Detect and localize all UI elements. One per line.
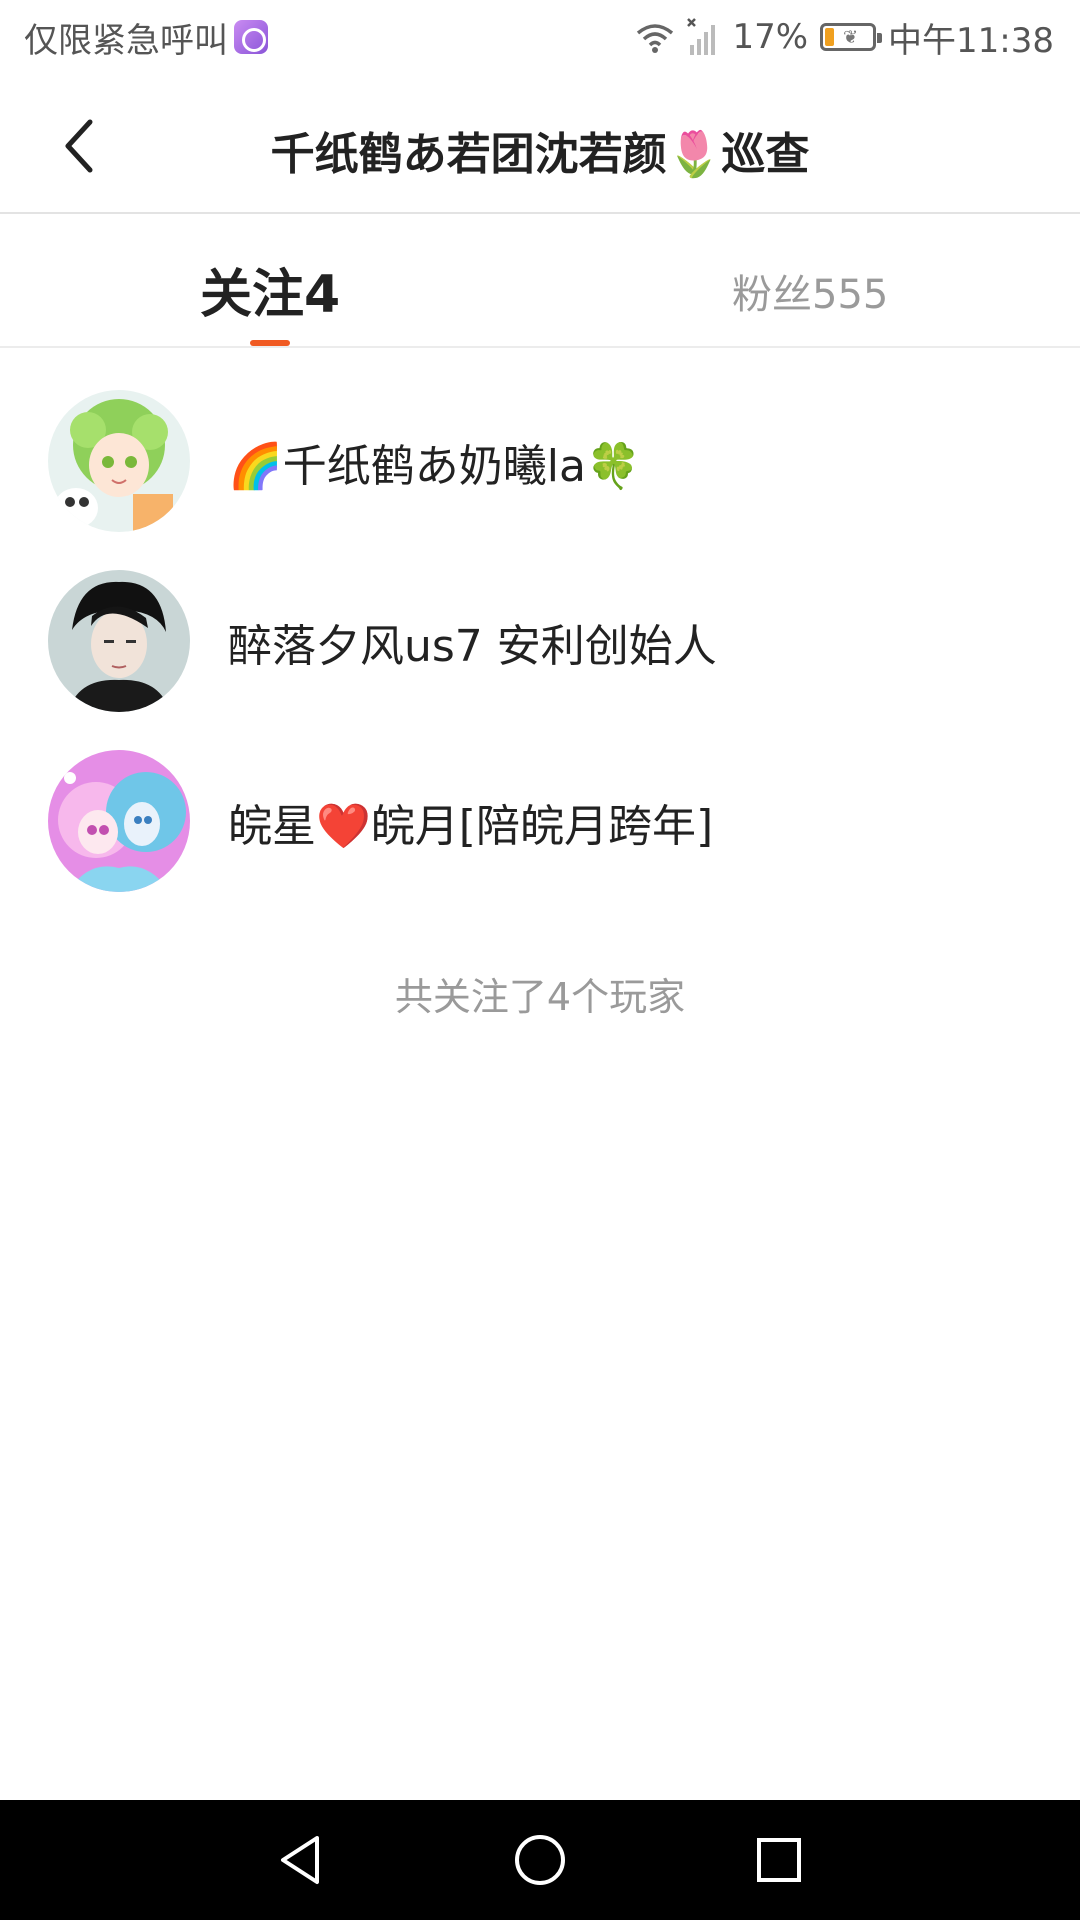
nav-back-button[interactable] bbox=[265, 1824, 337, 1896]
battery-percent: 17% bbox=[732, 17, 809, 57]
back-triangle-icon bbox=[281, 1836, 319, 1884]
user-name: 🌈千纸鹤あ奶曦la🍀 bbox=[228, 441, 641, 492]
avatar[interactable] bbox=[48, 570, 190, 712]
avatar[interactable] bbox=[48, 750, 190, 892]
app-badge-icon bbox=[234, 20, 268, 54]
signal-icon bbox=[687, 18, 716, 55]
status-left: 仅限紧急呼叫 bbox=[24, 12, 268, 62]
list-item[interactable]: 皖星❤️皖月[陪皖月跨年] bbox=[0, 730, 1080, 910]
clock: 中午11:38 bbox=[888, 20, 1054, 61]
user-name: 皖星❤️皖月[陪皖月跨年] bbox=[228, 801, 714, 852]
battery-fill bbox=[825, 28, 834, 46]
nav-recents-button[interactable] bbox=[743, 1824, 815, 1896]
list-item[interactable]: 🌈千纸鹤あ奶曦la🍀 bbox=[0, 370, 1080, 550]
avatar[interactable] bbox=[48, 390, 190, 532]
nav-home-button[interactable] bbox=[504, 1824, 576, 1896]
list-item[interactable]: 醉落夕风us7 安利创始人 bbox=[0, 550, 1080, 730]
home-circle-icon bbox=[515, 1835, 565, 1885]
status-bar: 仅限紧急呼叫 17% ❦ 中午11:38 bbox=[0, 0, 1080, 76]
battery-icon: ❦ bbox=[820, 23, 883, 51]
system-nav-bar bbox=[0, 1800, 1080, 1920]
recents-square-icon bbox=[757, 1838, 801, 1882]
header: 千纸鹤あ若团沈若颜🌷巡查 bbox=[0, 76, 1080, 214]
tab-fans[interactable]: 粉丝555 bbox=[732, 262, 888, 352]
wifi-icon bbox=[637, 24, 674, 53]
following-count-note: 共关注了4个玩家 bbox=[394, 975, 686, 1019]
back-button[interactable] bbox=[40, 106, 120, 186]
active-tab-indicator bbox=[250, 340, 290, 346]
carrier-text: 仅限紧急呼叫 bbox=[24, 20, 228, 61]
tab-bar: 关注4 粉丝555 bbox=[0, 216, 1080, 348]
chevron-left-icon bbox=[65, 119, 93, 173]
status-right: 17% ❦ 中午11:38 bbox=[624, 12, 1054, 62]
user-name: 醉落夕风us7 安利创始人 bbox=[228, 621, 717, 672]
following-list: 🌈千纸鹤あ奶曦la🍀 醉落夕风us7 安利创始人 皖星❤️皖月[陪皖月跨年] bbox=[0, 370, 1080, 910]
tab-following[interactable]: 关注4 bbox=[200, 252, 340, 342]
page-title: 千纸鹤あ若团沈若颜🌷巡查 bbox=[270, 129, 810, 180]
leaf-icon: ❦ bbox=[843, 27, 859, 48]
